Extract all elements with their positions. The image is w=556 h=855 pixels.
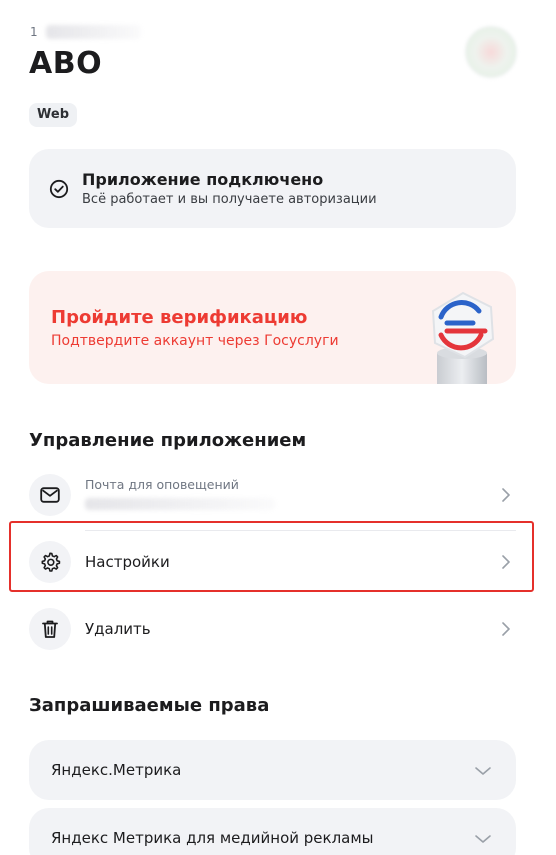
app-avatar[interactable] <box>465 26 517 78</box>
chevron-down-icon <box>474 829 492 848</box>
verification-subtitle: Подтвердите аккаунт через Госуслуги <box>51 333 339 349</box>
chevron-right-icon <box>498 621 514 637</box>
email-redacted <box>85 497 275 510</box>
management-section-title: Управление приложением <box>29 430 307 451</box>
app-id-redacted <box>45 25 141 39</box>
chevron-down-icon <box>474 761 492 780</box>
permissions-section-title: Запрашиваемые права <box>29 695 270 716</box>
notification-email-caption: Почта для оповещений <box>85 476 239 492</box>
permission-label: Яндекс Метрика для медийной рекламы <box>51 829 374 847</box>
notification-email-value <box>85 492 498 514</box>
app-id: 1 <box>30 25 141 39</box>
verification-banner[interactable]: Пройдите верификацию Подтвердите аккаунт… <box>29 271 516 384</box>
status-subtitle: Всё работает и вы получаете авторизации <box>82 192 377 207</box>
permission-item[interactable]: Яндекс Метрика для медийной рекламы <box>29 808 516 855</box>
check-circle-icon <box>49 179 69 199</box>
gosuslugi-logo-icon <box>431 291 495 384</box>
mail-icon <box>29 474 71 516</box>
verification-title: Пройдите верификацию <box>51 307 308 328</box>
status-title: Приложение подключено <box>82 170 324 189</box>
app-title: ABO <box>29 46 103 81</box>
permission-item[interactable]: Яндекс.Метрика <box>29 740 516 800</box>
delete-label: Удалить <box>85 620 151 638</box>
platform-badge: Web <box>29 103 77 127</box>
app-id-prefix: 1 <box>30 25 38 39</box>
settings-highlight-box <box>9 521 534 592</box>
notification-email-row[interactable]: Почта для оповещений <box>29 467 516 523</box>
delete-row[interactable]: Удалить <box>29 601 516 657</box>
connection-status-card: Приложение подключено Всё работает и вы … <box>29 149 516 228</box>
trash-icon <box>29 608 71 650</box>
chevron-right-icon <box>498 487 514 503</box>
permission-label: Яндекс.Метрика <box>51 761 182 779</box>
